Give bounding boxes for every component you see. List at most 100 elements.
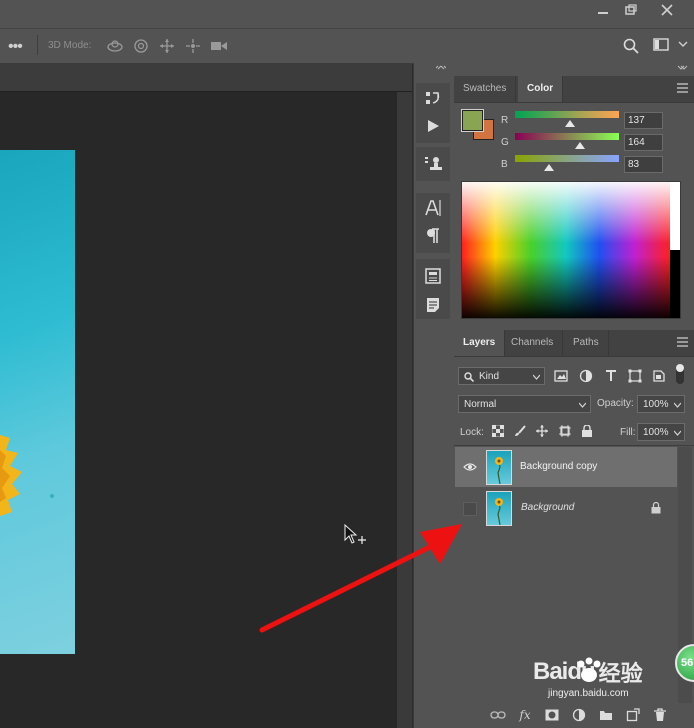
layer-row-background-copy[interactable]: Background copy [455,447,677,487]
layer-filter-kind-dropdown[interactable]: Kind [458,367,545,385]
annotation-arrow [259,524,462,633]
clone-stamp-icon [425,157,442,170]
score-badge-value: 56 [681,657,694,669]
layer-name[interactable]: Background copy [520,461,597,472]
green-value-field[interactable]: 164 [624,134,663,151]
tab-channels[interactable]: Channels [502,330,564,356]
color-panel-tabs: Swatches Color [454,76,694,103]
layer-thumbnail [486,450,512,485]
blend-mode-dropdown[interactable]: Normal [458,395,591,413]
new-layer-icon[interactable] [625,707,641,723]
lock-all-icon[interactable] [580,424,594,438]
green-slider-track[interactable] [515,133,619,140]
workspace-chevron-icon[interactable] [678,40,688,48]
document-tab-strip [0,63,412,92]
red-slider-knob[interactable] [565,120,575,127]
red-slider-track[interactable] [515,111,619,118]
notes-panel-button[interactable] [418,293,448,317]
new-group-icon[interactable] [598,707,614,723]
3d-slide-icon[interactable] [184,37,202,55]
search-icon[interactable] [623,38,639,54]
opacity-label: Opacity: [597,398,634,409]
3d-orbit-icon[interactable] [106,37,124,55]
layers-panel-tabs: Layers Channels Paths [454,330,694,357]
options-bar [0,28,694,64]
3d-pan-icon[interactable] [158,37,176,55]
eye-icon[interactable] [463,462,477,472]
filter-smart-object-icon[interactable] [651,368,667,384]
character-panel-button[interactable] [418,196,448,220]
new-adjustment-layer-icon[interactable] [571,707,587,723]
tab-layers[interactable]: Layers [454,330,506,356]
green-channel-label: G [501,137,509,148]
clone-source-panel-button[interactable] [418,152,448,176]
3d-roll-icon[interactable] [132,37,150,55]
3d-mode-label: 3D Mode: [48,40,92,51]
layer-thumbnail [486,491,512,526]
add-mask-icon[interactable] [544,707,560,723]
delete-layer-icon[interactable] [652,707,668,723]
layer-style-fx-icon[interactable]: fx [517,707,533,723]
green-slider-knob[interactable] [575,142,585,149]
filter-type-icon[interactable] [603,368,619,384]
red-channel-label: R [501,115,509,126]
panel-menu-icon[interactable] [677,83,688,93]
flower-image [0,435,54,516]
close-icon [661,4,673,16]
baidu-paw-icon [572,656,606,684]
chevron-down-icon [674,402,681,408]
actions-panel-button[interactable] [418,114,448,138]
color-spectrum-ramp[interactable] [461,181,681,319]
blue-value-field[interactable]: 83 [624,156,663,173]
fill-value: 100% [643,427,669,438]
link-layers-icon[interactable] [490,707,506,723]
lock-icon [651,502,661,514]
options-divider [37,35,38,55]
paragraph-icon [427,228,439,243]
filter-toggle-switch[interactable] [676,364,684,384]
lock-artboard-icon[interactable] [558,424,572,438]
layer-row-background[interactable]: Background [455,488,677,528]
lock-transparent-pixels-icon[interactable] [491,424,505,438]
layers-divider [454,445,694,446]
red-value-field[interactable]: 137 [624,112,663,129]
fill-field[interactable]: 100% [637,423,685,441]
foreground-color-swatch[interactable] [461,109,484,132]
opacity-field[interactable]: 100% [637,395,685,413]
close-button[interactable] [648,0,686,20]
layers-scrollbar[interactable] [678,447,692,727]
history-panel-button[interactable] [418,86,448,110]
blue-slider-knob[interactable] [544,164,554,171]
properties-panel-button[interactable] [418,264,448,288]
layers-panel-menu-icon[interactable] [677,337,688,347]
filter-shape-icon[interactable] [627,368,643,384]
lock-label: Lock: [460,427,484,438]
workspace-switcher-icon[interactable] [653,38,671,52]
lock-image-pixels-icon[interactable] [513,424,527,438]
tab-paths[interactable]: Paths [564,330,609,356]
filter-kind-label: Kind [479,371,500,382]
properties-icon [425,268,441,284]
fill-label: Fill: [620,427,636,438]
paragraph-panel-button[interactable] [418,224,448,248]
tab-color[interactable]: Color [518,76,564,102]
filter-pixel-icon[interactable] [553,368,569,384]
more-options-icon[interactable]: ••• [8,38,23,56]
3d-camera-icon[interactable] [210,37,228,55]
blue-slider-track[interactable] [515,155,619,162]
filter-adjustment-icon[interactable] [578,368,594,384]
search-icon [464,372,474,382]
panels-collapse-icon[interactable] [676,65,688,71]
blend-mode-value: Normal [464,399,497,410]
notes-icon [427,298,439,312]
lock-position-icon[interactable] [535,424,549,438]
dock-collapse-icon[interactable] [436,65,446,71]
minimize-icon [598,12,608,14]
tab-swatches[interactable]: Swatches [454,76,517,102]
layer-name[interactable]: Background [521,502,574,513]
opacity-value: 100% [643,399,669,410]
character-icon [425,200,441,216]
chevron-down-icon [674,430,681,436]
document-image[interactable] [0,150,75,654]
restore-button[interactable] [612,0,650,20]
